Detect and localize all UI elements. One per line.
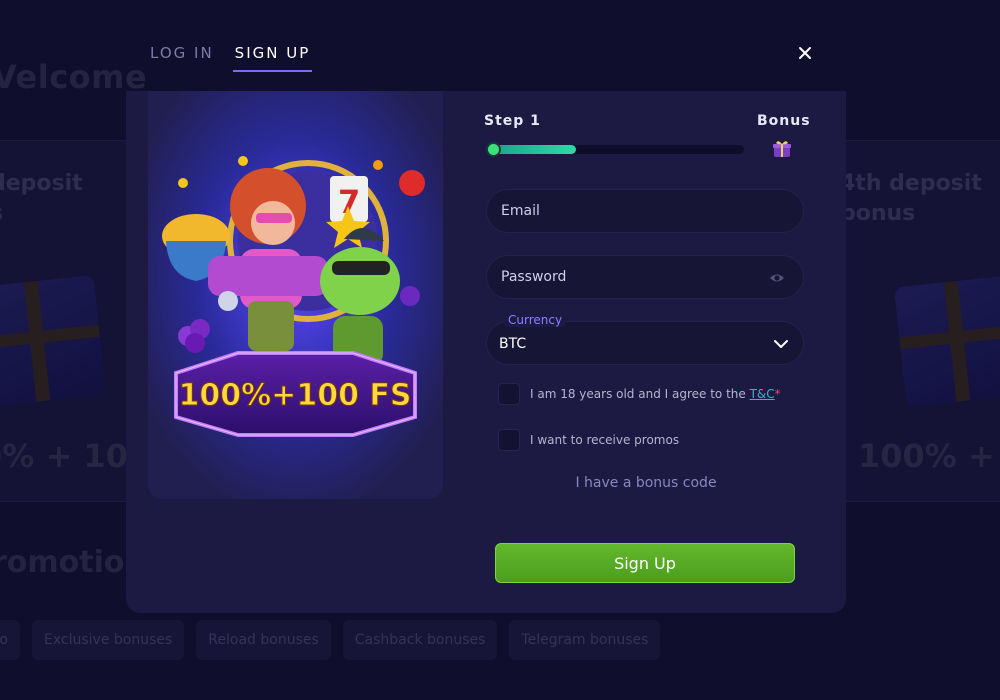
age-agreement-label: I am 18 years old and I agree to the T&C… (530, 387, 781, 401)
auth-tabs: LOG IN SIGN UP (148, 40, 313, 72)
promo-banner-text: 100%+100 FS (179, 378, 412, 413)
gift-icon (773, 141, 791, 157)
tab-signup[interactable]: SIGN UP (232, 40, 313, 72)
currency-select[interactable]: Currency BTC (486, 313, 804, 365)
email-field-wrapper (486, 189, 804, 233)
step-progress-knob (486, 142, 501, 157)
signup-modal: 7 100%+100 FS Step 1 Bonus Email Currenc… (126, 91, 846, 613)
age-agreement-checkbox[interactable] (498, 383, 520, 405)
eye-icon[interactable] (769, 270, 785, 286)
promos-label: I want to receive promos (530, 433, 680, 447)
terms-link[interactable]: T&C (750, 387, 775, 401)
step-label: Step 1 (484, 113, 541, 129)
promos-row: I want to receive promos (498, 429, 679, 451)
promo-banner: 7 100%+100 FS (148, 91, 443, 499)
password-field[interactable] (487, 256, 803, 298)
age-agreement-row: I am 18 years old and I agree to the T&C… (498, 383, 781, 405)
promos-checkbox[interactable] (498, 429, 520, 451)
bonus-code-link[interactable]: I have a bonus code (486, 475, 806, 491)
step-progress-bar (486, 142, 744, 157)
currency-value: BTC (499, 336, 527, 352)
chevron-down-icon (774, 340, 788, 348)
currency-label: Currency (505, 313, 566, 327)
required-mark: * (774, 387, 781, 401)
slot-characters-illustration: 7 100%+100 FS (148, 91, 443, 499)
bonus-label: Bonus (757, 113, 811, 129)
email-field[interactable] (487, 190, 803, 232)
password-field-wrapper (486, 255, 804, 299)
close-icon[interactable] (796, 44, 814, 62)
tab-login[interactable]: LOG IN (148, 40, 216, 72)
sign-up-button[interactable]: Sign Up (495, 543, 795, 583)
